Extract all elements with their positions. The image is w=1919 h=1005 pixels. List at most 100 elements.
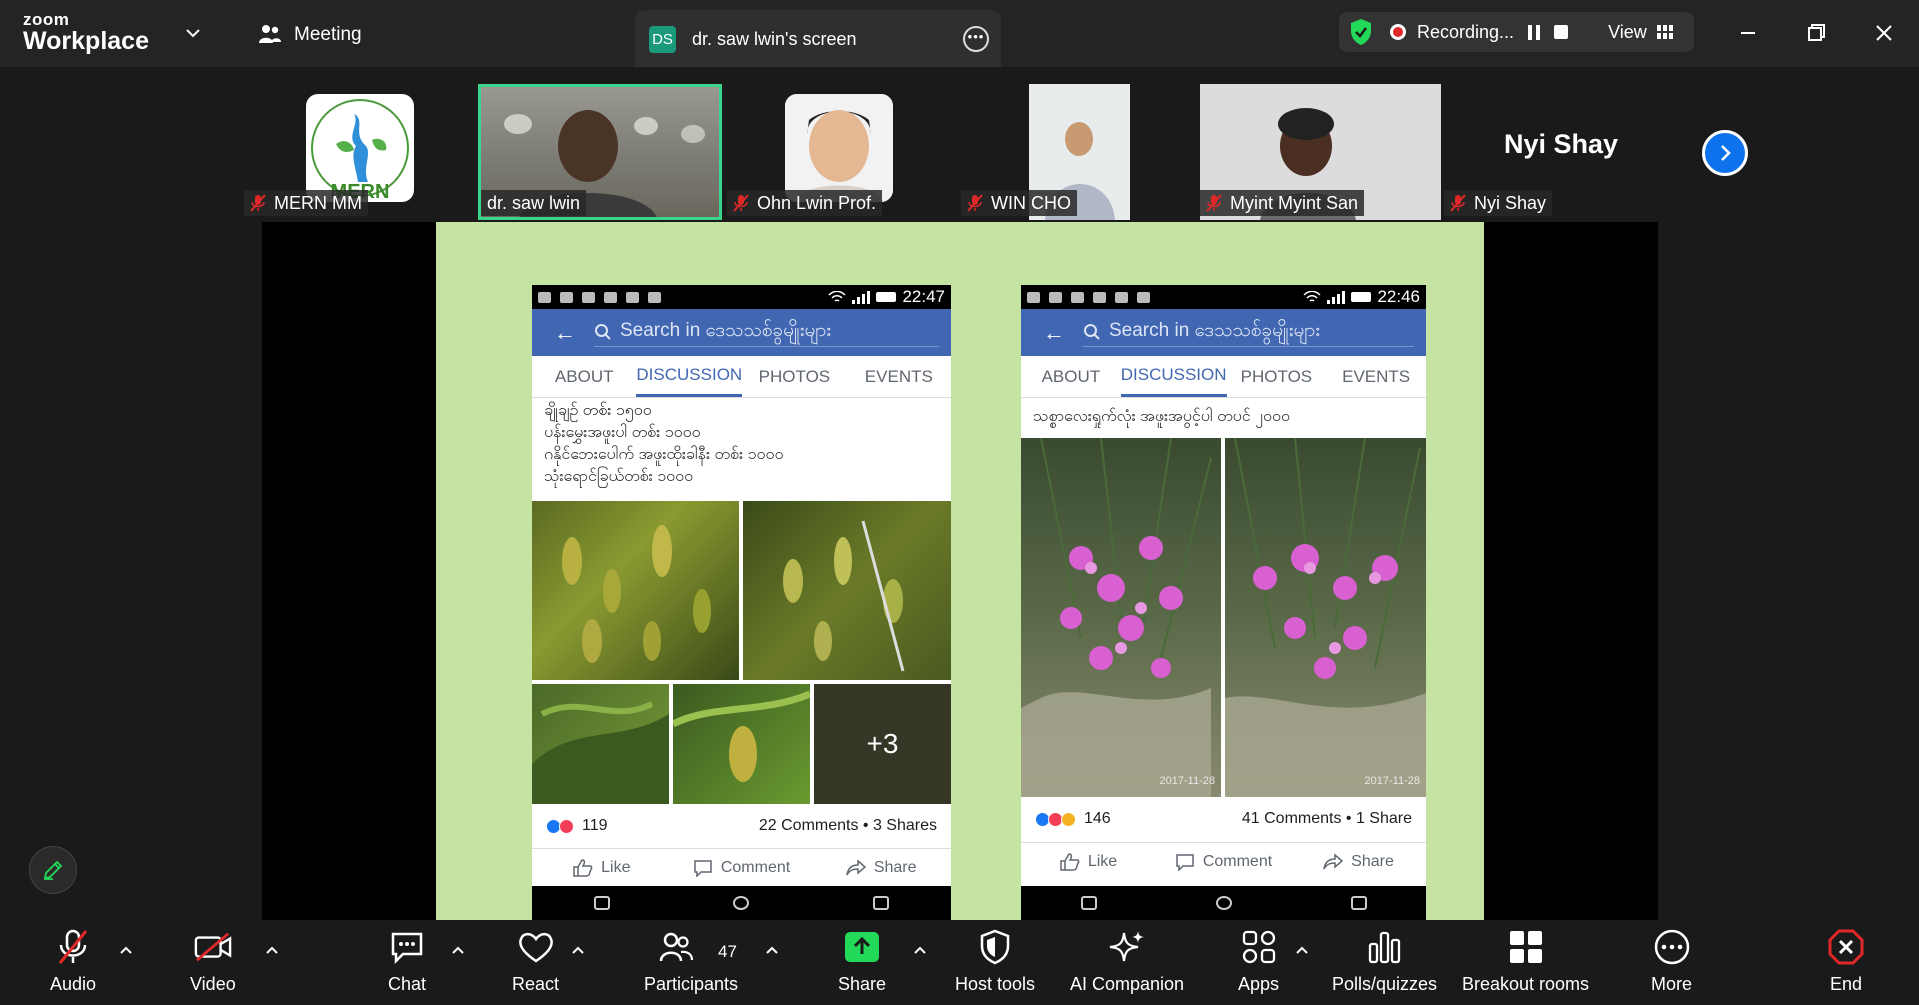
annotate-button[interactable] [29, 846, 77, 894]
audio-button[interactable]: Audio [50, 928, 96, 1004]
android-nav-bar [532, 886, 951, 920]
phone-time: 22:46 [1377, 287, 1420, 306]
chevron-down-icon[interactable] [184, 24, 202, 42]
security-shield-icon[interactable] [1349, 18, 1373, 46]
participant-name-bar: WIN CHO [961, 190, 1077, 216]
pink-orchid-photo: 2017-11-28 [1021, 438, 1221, 797]
chat-options-caret-icon[interactable] [450, 944, 466, 956]
participant-tile[interactable]: Ohn Lwin Prof. [727, 84, 908, 220]
stop-recording-icon[interactable] [1554, 25, 1569, 39]
meeting-controls-toolbar: Audio Video Chat React Participants 47 S… [0, 920, 1919, 1005]
like-action: Like [532, 849, 672, 886]
pause-recording-icon[interactable] [1528, 24, 1541, 40]
recents-nav-icon [873, 896, 890, 910]
participant-tile[interactable]: MERN MERN MM [244, 84, 425, 220]
participant-tile-active-speaker[interactable]: dr. saw lwin [478, 84, 722, 220]
reactions-count: 146 [1084, 810, 1111, 827]
shared-screen-tab[interactable]: DS dr. saw lwin's screen ••• [635, 10, 1001, 68]
orchid-photo [532, 501, 739, 680]
notification-icons [1027, 291, 1150, 303]
host-shield-icon [980, 929, 1010, 965]
minimize-icon[interactable] [1733, 18, 1763, 48]
post-text: ချိုချဉ် တစ်း ၁၅၀၀ ပန်းမွှေးအဖူးပါ တစ်း … [544, 402, 784, 485]
signal-icon [852, 290, 871, 304]
wow-reaction-icon [1061, 811, 1076, 827]
search-text: Search in ဒေသသစ်ခွမျိုးများ [620, 320, 832, 341]
participant-tile[interactable]: Nyi Shay Nyi Shay [1444, 84, 1678, 220]
tab-photos: PHOTOS [758, 366, 831, 386]
more-options-icon[interactable]: ••• [963, 26, 989, 52]
participant-name-bar: MERN MM [244, 190, 368, 216]
participant-strip: MERN MERN MM dr. saw lwin [0, 67, 1919, 222]
shared-slide: 22:47 ← Search in ဒေသသစ်ခွမျိုးများ ABOU… [436, 222, 1484, 920]
comment-icon [1176, 853, 1194, 871]
share-arrow-icon [1323, 852, 1344, 869]
more-photos-count: +3 [814, 684, 951, 804]
video-button[interactable]: Video [190, 928, 236, 1004]
battery-icon [1351, 292, 1372, 302]
wifi-icon [1303, 291, 1321, 302]
view-button[interactable]: View [1608, 22, 1647, 43]
ai-companion-button[interactable]: AI Companion [1070, 928, 1184, 1004]
chat-button[interactable]: Chat [388, 928, 426, 1004]
pink-orchid-photo: 2017-11-28 [1225, 438, 1426, 797]
zoom-workplace-logo: zoom Workplace [23, 10, 149, 55]
share-screen-icon [845, 932, 880, 962]
grid-view-icon[interactable] [1656, 25, 1673, 39]
back-arrow-icon: ← [554, 319, 576, 345]
back-nav-icon [1080, 896, 1097, 910]
close-icon[interactable] [1869, 18, 1899, 48]
meeting-menu[interactable]: Meeting [258, 24, 362, 46]
orchid-photo [743, 501, 951, 680]
audio-options-caret-icon[interactable] [118, 944, 134, 956]
apps-button[interactable]: Apps [1238, 928, 1279, 1004]
mic-muted-icon [58, 929, 88, 964]
host-tools-button[interactable]: Host tools [955, 928, 1035, 1004]
share-options-caret-icon[interactable] [912, 944, 928, 956]
bar-chart-icon [1368, 931, 1400, 964]
participant-avatar-photo [785, 94, 893, 202]
post-text: သစ္စာလေးရှုက်လုံး အဖူးအပွင့်ပါ တပင် ၂၀၀၀ [1033, 408, 1290, 425]
participant-name-bar: Ohn Lwin Prof. [727, 190, 883, 216]
participant-name-bar: Myint Myint San [1200, 190, 1365, 216]
pencil-icon [43, 860, 63, 880]
more-dots-icon [1654, 929, 1689, 965]
heart-icon [518, 932, 553, 963]
battery-icon [876, 292, 897, 302]
breakout-rooms-button[interactable]: Breakout rooms [1462, 928, 1589, 1004]
next-page-button[interactable] [1702, 130, 1748, 176]
react-options-caret-icon[interactable] [570, 944, 586, 956]
comment-icon [694, 859, 712, 877]
people-icon [259, 25, 281, 43]
recents-nav-icon [1350, 896, 1367, 910]
comments-shares: 22 Comments • 3 Shares [758, 817, 937, 834]
like-action: Like [1021, 843, 1156, 880]
video-options-caret-icon[interactable] [264, 944, 280, 956]
apps-options-caret-icon[interactable] [1294, 944, 1310, 956]
phone-status-bar: 22:46 [1021, 285, 1426, 309]
signal-icon [1327, 290, 1346, 304]
react-button[interactable]: React [512, 928, 559, 1004]
reactions-row: 146 41 Comments • 1 Share [1021, 799, 1426, 839]
restore-icon[interactable] [1801, 18, 1831, 48]
more-button[interactable]: More [1651, 928, 1692, 1004]
participants-count: 47 [718, 942, 737, 961]
comment-action: Comment [672, 849, 812, 886]
participant-tile[interactable]: WIN CHO [961, 84, 1131, 220]
participant-name-bar: Nyi Shay [1444, 190, 1553, 216]
share-button[interactable]: Share [838, 928, 886, 1004]
notification-icons [538, 291, 661, 303]
end-call-icon [1828, 929, 1864, 965]
post-actions: Like Comment Share [1021, 842, 1426, 880]
thumbs-up-icon [573, 858, 593, 877]
participant-tile[interactable]: Myint Myint San [1200, 84, 1441, 220]
polls-quizzes-button[interactable]: Polls/quizzes [1332, 928, 1437, 1004]
participants-button[interactable]: Participants [644, 928, 738, 1004]
wifi-icon [828, 291, 846, 302]
phone-time: 22:47 [902, 287, 945, 306]
end-meeting-button[interactable]: End [1827, 928, 1865, 1004]
participants-options-caret-icon[interactable] [764, 944, 780, 956]
zoom-window: zoom Workplace Meeting DS dr. saw lwin's… [0, 0, 1919, 1005]
participant-name-placeholder: Nyi Shay [1503, 129, 1619, 159]
chat-icon [391, 932, 423, 964]
